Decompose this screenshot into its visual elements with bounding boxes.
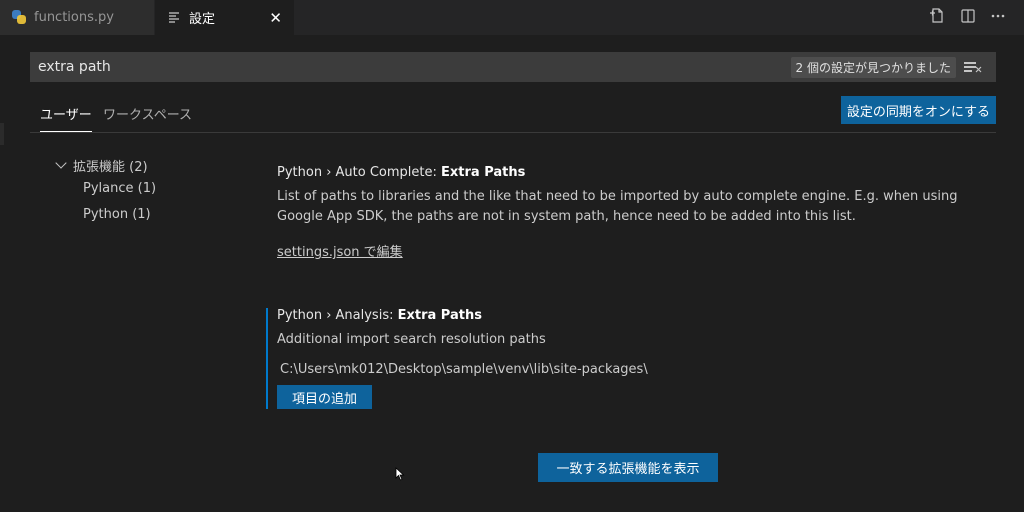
setting-title: Python › Analysis: Extra Paths bbox=[277, 308, 482, 323]
settings-toc: 拡張機能 (2) Pylance (1) Python (1) bbox=[55, 155, 156, 227]
setting-analysis-extra-paths: Python › Analysis: Extra Paths Additiona… bbox=[266, 308, 986, 409]
settings-editor-window: functions.py 設定 ✕ extra path 2 個の設定が見つかり… bbox=[0, 0, 1024, 512]
tab-workspace[interactable]: ワークスペース bbox=[103, 104, 192, 132]
editor-actions bbox=[929, 0, 1024, 35]
tab-label: functions.py bbox=[34, 10, 114, 25]
settings-scope-tabs: ユーザー ワークスペース 設定の同期をオンにする bbox=[30, 96, 996, 133]
setting-description: Additional import search resolution path… bbox=[277, 332, 546, 347]
search-result-count-badge: 2 個の設定が見つかりました bbox=[790, 56, 956, 78]
filter-icon[interactable] bbox=[964, 60, 982, 74]
setting-autocomplete-extra-paths: Python › Auto Complete: Extra Paths List… bbox=[266, 165, 986, 260]
more-actions-icon[interactable] bbox=[990, 8, 1006, 28]
tab-settings[interactable]: 設定 ✕ bbox=[155, 0, 295, 35]
editor-tab-bar: functions.py 設定 ✕ bbox=[0, 0, 1024, 35]
python-file-icon bbox=[12, 9, 28, 26]
show-matching-extensions-button[interactable]: 一致する拡張機能を表示 bbox=[538, 453, 718, 482]
left-edge bbox=[0, 35, 4, 512]
mouse-cursor-icon bbox=[395, 467, 405, 481]
toc-item-pylance[interactable]: Pylance (1) bbox=[55, 175, 156, 201]
chevron-down-icon bbox=[55, 159, 67, 171]
open-settings-json-icon[interactable] bbox=[929, 7, 946, 28]
search-value: extra path bbox=[38, 59, 111, 75]
toc-item-python[interactable]: Python (1) bbox=[55, 201, 156, 227]
add-item-button[interactable]: 項目の追加 bbox=[277, 385, 373, 409]
setting-description: List of paths to libraries and the like … bbox=[277, 189, 958, 224]
tab-label: 設定 bbox=[189, 12, 216, 27]
settings-editor-icon bbox=[167, 10, 183, 26]
turn-on-settings-sync-button[interactable]: 設定の同期をオンにする bbox=[840, 96, 996, 124]
tab-user[interactable]: ユーザー bbox=[40, 104, 92, 132]
setting-list-item[interactable]: C:\Users\mk012\Desktop\sample\venv\lib\s… bbox=[277, 362, 986, 377]
split-editor-icon[interactable] bbox=[960, 8, 976, 28]
edit-in-settings-json-link[interactable]: settings.json で編集 bbox=[277, 241, 403, 260]
toc-group-extensions[interactable]: 拡張機能 (2) bbox=[55, 155, 156, 175]
toc-group-label: 拡張機能 (2) bbox=[73, 159, 148, 175]
settings-search-input[interactable]: extra path 2 個の設定が見つかりました bbox=[30, 52, 996, 82]
close-icon[interactable]: ✕ bbox=[269, 9, 282, 27]
setting-title: Python › Auto Complete: Extra Paths bbox=[277, 165, 526, 180]
tab-functions-py[interactable]: functions.py bbox=[0, 0, 155, 35]
